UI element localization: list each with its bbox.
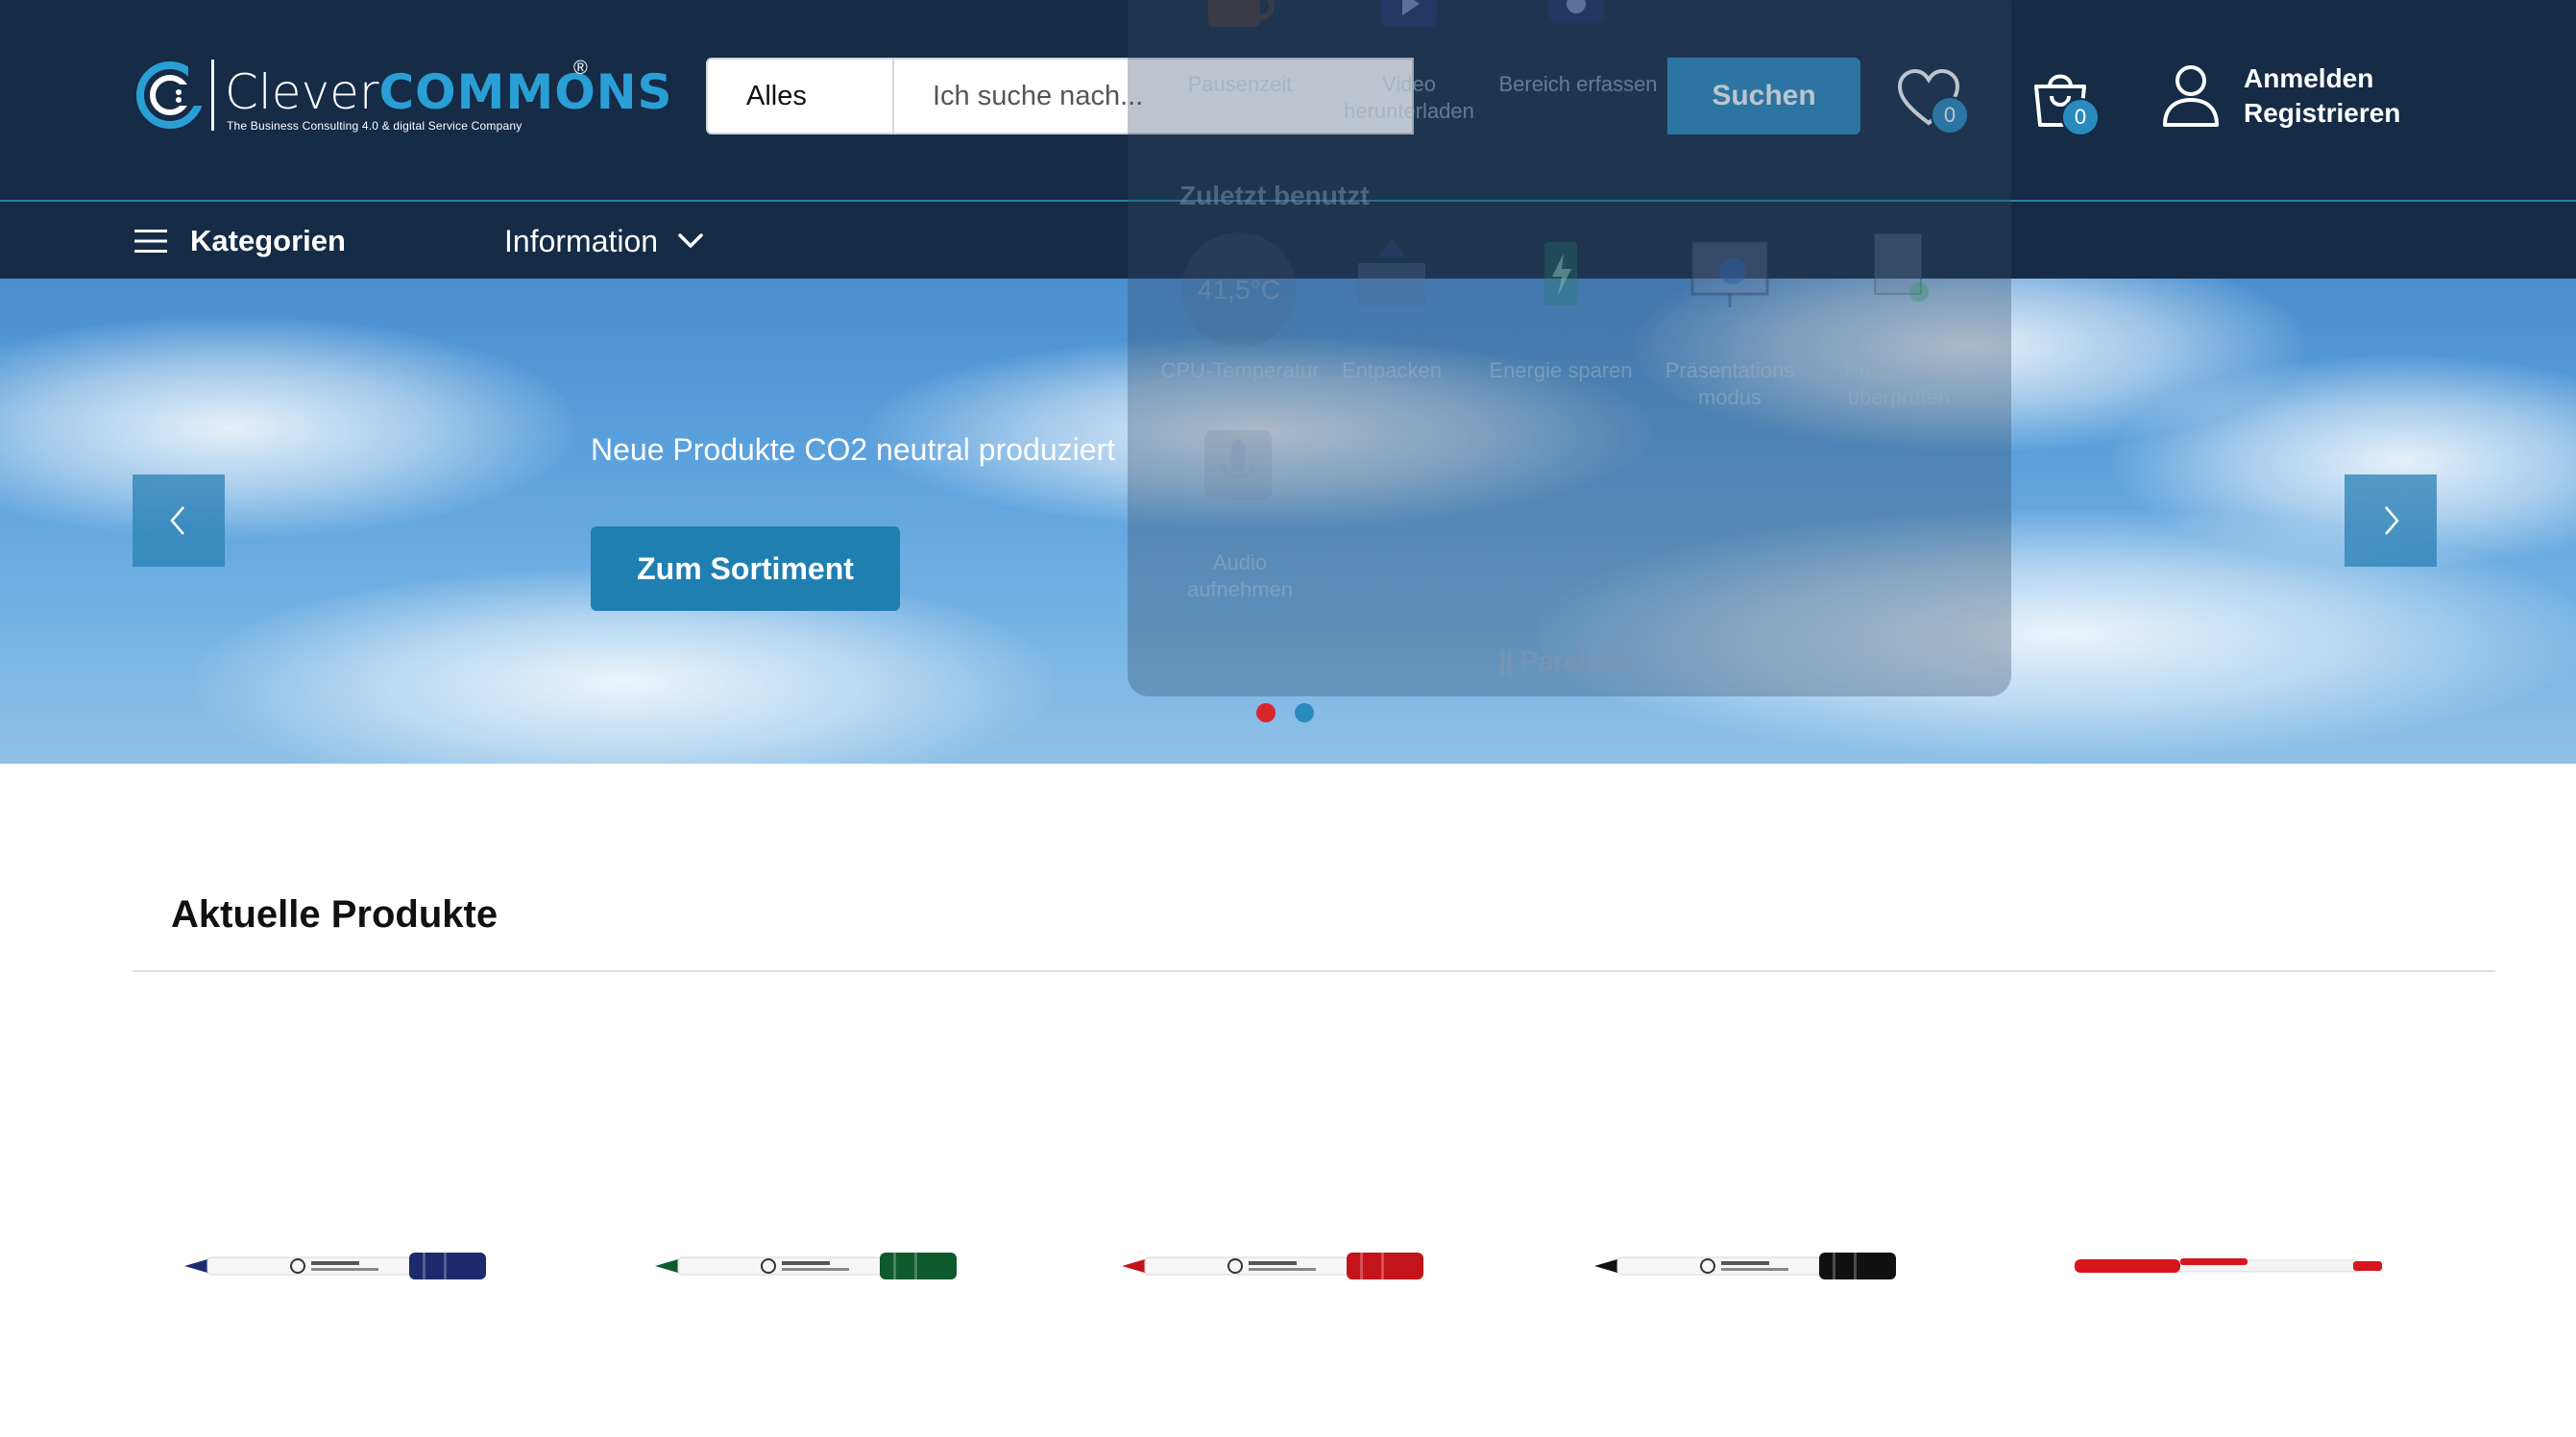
slider-next-button[interactable] (2345, 475, 2437, 567)
slider-dot-2[interactable] (1295, 703, 1314, 722)
coffee-cup-icon (1208, 0, 1275, 27)
presentation-mode-icon (1690, 240, 1769, 307)
register-link[interactable]: Registrieren (2244, 96, 2400, 131)
information-label: Information (504, 223, 659, 258)
overlay-item-label: Video herunterladen (1344, 72, 1474, 123)
search-category-select[interactable]: Alles (706, 58, 894, 134)
checksum-document-icon (1874, 233, 1929, 302)
cpu-temperature-value: 41,5°C (1198, 275, 1280, 304)
chevron-left-icon (170, 506, 184, 535)
product-card[interactable] (1120, 1114, 1466, 1437)
products-section-title: Aktuelle Produkte (171, 893, 498, 936)
cart-button[interactable]: 0 (2021, 60, 2102, 140)
overlay-item-label: Audio aufnehmen (1186, 550, 1294, 601)
logo-tagline: The Business Consulting 4.0 & digital Se… (227, 119, 522, 133)
logo-c-icon (136, 61, 204, 129)
chevron-down-icon (678, 233, 703, 248)
battery-energy-icon (1544, 242, 1577, 305)
section-divider (133, 970, 2495, 972)
account-links: Anmelden Registrieren (2244, 61, 2400, 131)
unpack-box-icon (1358, 238, 1425, 305)
product-card[interactable] (653, 1114, 999, 1437)
marker-image (1594, 1253, 1896, 1279)
pen-image (2074, 1258, 2382, 1273)
information-menu[interactable]: Information (504, 221, 704, 261)
microphone-icon (1204, 430, 1272, 499)
hamburger-menu-icon (134, 230, 167, 253)
parallels-toolbox-overlay: Pausenzeit Video herunterladen Bereich e… (1128, 0, 2011, 696)
logo-divider (211, 60, 214, 131)
overlay-item-label: CPU-Temperatur (1160, 358, 1320, 382)
product-card[interactable] (2065, 1114, 2411, 1437)
screenshot-area-icon (1548, 0, 1604, 23)
cloud-decoration (0, 317, 576, 538)
overlay-item-label: Bereich erfassen (1498, 72, 1658, 96)
shop-now-button[interactable]: Zum Sortiment (591, 526, 900, 611)
product-card[interactable] (182, 1114, 528, 1437)
cart-count-badge: 0 (2061, 98, 2100, 136)
overlay-item-label: Prüfsumme überprüfen (1844, 358, 1954, 409)
account-area: Anmelden Registrieren (2161, 61, 2430, 138)
marker-image (1122, 1253, 1423, 1279)
slider-prev-button[interactable] (133, 475, 225, 567)
video-download-icon (1381, 0, 1437, 27)
parallels-brand: || Parallels (1498, 645, 1631, 677)
login-link[interactable]: Anmelden (2244, 61, 2400, 96)
marker-image (184, 1253, 486, 1279)
categories-label: Kategorien (190, 224, 346, 257)
overlay-item-label: Energie sparen (1489, 358, 1633, 382)
site-logo[interactable]: CleverCOMMONS ® The Business Consulting … (136, 58, 672, 139)
categories-menu-button[interactable]: Kategorien (134, 221, 346, 261)
chevron-right-icon (2385, 506, 2399, 535)
slider-dot-1[interactable] (1256, 703, 1276, 722)
logo-registered-mark: ® (573, 58, 588, 79)
logo-wordmark: CleverCOMMONS (225, 64, 673, 120)
overlay-item-label: Entpacken (1342, 358, 1442, 382)
hero-title: Neue Produkte CO2 neutral produziert (591, 432, 1116, 467)
page: CleverCOMMONS ® The Business Consulting … (0, 0, 2576, 1437)
marker-image (655, 1253, 957, 1279)
overlay-item-label: Präsentations modus (1665, 358, 1795, 409)
overlay-item-label: Pausenzeit (1187, 72, 1293, 96)
user-icon (2163, 65, 2219, 127)
product-card[interactable] (1592, 1114, 1938, 1437)
overlay-recent-heading: Zuletzt benutzt (1179, 181, 1370, 210)
